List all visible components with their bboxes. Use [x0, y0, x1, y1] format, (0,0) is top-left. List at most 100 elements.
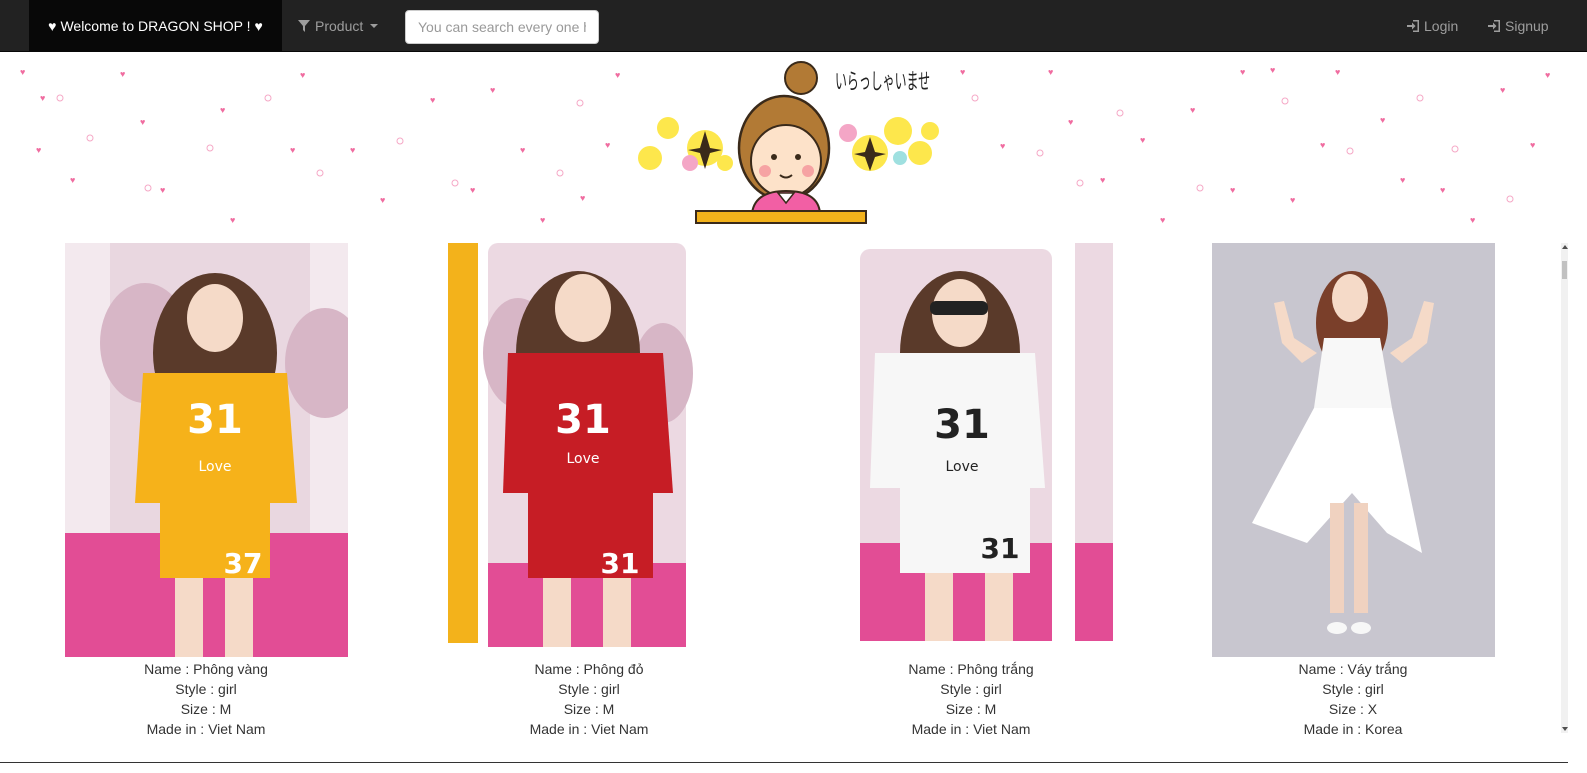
greeting-text: いらっしゃいませ	[835, 70, 930, 95]
product-size: Size : M	[180, 701, 232, 717]
svg-text:♥: ♥	[580, 193, 585, 203]
svg-text:♥: ♥	[1068, 117, 1073, 127]
svg-text:♥: ♥	[1470, 215, 1475, 225]
product-image[interactable]: 31 Love 37	[64, 243, 348, 657]
product-origin: Made in : Viet Nam	[529, 721, 649, 737]
svg-text:♥: ♥	[1240, 67, 1245, 77]
product-name: Name : Phông vàng	[144, 661, 268, 677]
search-input[interactable]	[405, 10, 599, 44]
svg-text:Love: Love	[198, 459, 231, 475]
product-photo-yellow-tee: 31 Love 37	[64, 243, 348, 657]
signup-link[interactable]: Signup	[1487, 0, 1549, 52]
scroll-down-icon[interactable]	[1562, 727, 1568, 731]
welcome-banner: ♥ ♥ ♥ ♥ ♥ ♥ ♥ ♥ ♥ ♥ ♥ ♥ ♥ ♥ ♥ ♥ ♥ ♥ ♥ ♥ ♥ ♥ ♥ ♥ ♥ ♥ ♥ ♥ ♥ ♥ …	[0, 53, 1568, 233]
filter-icon	[298, 20, 310, 32]
product-image[interactable]	[1211, 243, 1495, 657]
login-label: Login	[1424, 18, 1459, 34]
product-card[interactable]: Name : Váy trắng Style : girl Size : X M…	[1173, 243, 1533, 739]
svg-text:♥: ♥	[1100, 175, 1105, 185]
product-size: Size : X	[1328, 701, 1378, 717]
product-dropdown-label: Product	[315, 18, 364, 34]
product-image[interactable]: 31 Love 31	[447, 243, 731, 657]
svg-text:♥: ♥	[605, 140, 610, 150]
svg-text:31: 31	[555, 397, 611, 443]
svg-text:♥: ♥	[490, 85, 495, 95]
svg-text:♥: ♥	[1270, 65, 1275, 75]
log-in-icon	[1488, 20, 1500, 32]
product-origin: Made in : Viet Nam	[146, 721, 266, 737]
svg-text:31: 31	[600, 547, 639, 580]
banner-illustration: ♥ ♥♥ ♥♥♥ ♥♥♥ ♥♥ ♥ ♥♥♥ ♥♥ ♥ ♥♥♥ ♥ ♥♥ ♥♥♥ ♥ ♥♥ …	[20, 61, 1550, 225]
divider	[0, 762, 1568, 763]
product-photo-white-tee: 31 Love 31	[829, 243, 1113, 657]
product-image[interactable]: 31 Love 31	[829, 243, 1113, 657]
product-name: Name : Phông đỏ	[534, 661, 644, 677]
product-origin: Made in : Korea	[1303, 721, 1403, 737]
product-info: Name : Phông trắng Style : girl Size : M…	[791, 659, 1151, 739]
svg-text:37: 37	[223, 547, 262, 580]
svg-text:♥: ♥	[520, 145, 525, 155]
product-name: Name : Phông trắng	[908, 661, 1034, 677]
heart-icon: ♥	[254, 18, 263, 34]
scroll-up-icon[interactable]	[1562, 245, 1568, 249]
brand-label: Welcome to DRAGON SHOP !	[60, 18, 251, 34]
svg-text:31: 31	[187, 397, 243, 443]
svg-text:♥: ♥	[350, 145, 355, 155]
product-card[interactable]: 31 Love 37 Name : Phông vàng Style : gir…	[26, 243, 386, 739]
svg-text:♥: ♥	[36, 145, 41, 155]
svg-text:♥: ♥	[1440, 185, 1445, 195]
top-navbar: ♥ Welcome to DRAGON SHOP ! ♥ Product Log…	[0, 0, 1587, 52]
svg-text:♥: ♥	[1545, 70, 1550, 80]
svg-text:♥: ♥	[1140, 135, 1145, 145]
caret-down-icon	[370, 24, 379, 28]
scroll-thumb[interactable]	[1562, 261, 1567, 279]
svg-text:♥: ♥	[470, 185, 475, 195]
product-origin: Made in : Viet Nam	[911, 721, 1031, 737]
svg-text:♥: ♥	[960, 67, 965, 77]
product-photo-red-tee: 31 Love 31	[447, 243, 731, 657]
svg-text:♥: ♥	[615, 70, 620, 80]
product-style: Style : girl	[1322, 681, 1384, 697]
product-info: Name : Phông vàng Style : girl Size : M …	[26, 659, 386, 739]
svg-text:♥: ♥	[1160, 215, 1165, 225]
svg-text:31: 31	[934, 402, 990, 448]
product-size: Size : M	[945, 701, 997, 717]
product-name: Name : Váy trắng	[1298, 661, 1408, 677]
product-photo-white-dress	[1211, 243, 1495, 657]
svg-text:♥: ♥	[140, 117, 145, 127]
svg-text:♥: ♥	[220, 105, 225, 115]
svg-text:♥: ♥	[70, 175, 75, 185]
product-card[interactable]: 31 Love 31 Name : Phông đỏ Style : girl …	[409, 243, 769, 739]
svg-text:♥: ♥	[1048, 67, 1053, 77]
svg-text:♥: ♥	[20, 67, 25, 77]
svg-text:♥: ♥	[290, 145, 295, 155]
product-style: Style : girl	[558, 681, 620, 697]
svg-text:31: 31	[980, 532, 1019, 565]
svg-text:♥: ♥	[1400, 175, 1405, 185]
product-info: Name : Phông đỏ Style : girl Size : M Ma…	[409, 659, 769, 739]
brand-link[interactable]: ♥ Welcome to DRAGON SHOP ! ♥	[29, 0, 282, 52]
svg-text:♥: ♥	[40, 93, 45, 103]
svg-text:♥: ♥	[1335, 67, 1340, 77]
svg-text:♥: ♥	[1530, 140, 1535, 150]
svg-text:♥: ♥	[1320, 140, 1325, 150]
inner-scrollbar[interactable]	[1561, 243, 1568, 733]
svg-text:Love: Love	[945, 459, 978, 475]
product-dropdown[interactable]: Product	[298, 0, 379, 52]
svg-text:♥: ♥	[1190, 105, 1195, 115]
svg-text:♥: ♥	[300, 70, 305, 80]
svg-text:Love: Love	[566, 451, 599, 467]
product-card[interactable]: 31 Love 31 Name : Phông trắng Style : gi…	[791, 243, 1151, 739]
product-style: Style : girl	[940, 681, 1002, 697]
signup-label: Signup	[1505, 18, 1549, 34]
svg-text:♥: ♥	[120, 69, 125, 79]
login-link[interactable]: Login	[1406, 0, 1458, 52]
svg-text:♥: ♥	[160, 185, 165, 195]
svg-text:♥: ♥	[430, 95, 435, 105]
svg-text:♥: ♥	[540, 215, 545, 225]
svg-text:♥: ♥	[230, 215, 235, 225]
product-style: Style : girl	[175, 681, 237, 697]
svg-text:♥: ♥	[1000, 141, 1005, 151]
heart-icon: ♥	[48, 18, 57, 34]
svg-text:♥: ♥	[1290, 195, 1295, 205]
